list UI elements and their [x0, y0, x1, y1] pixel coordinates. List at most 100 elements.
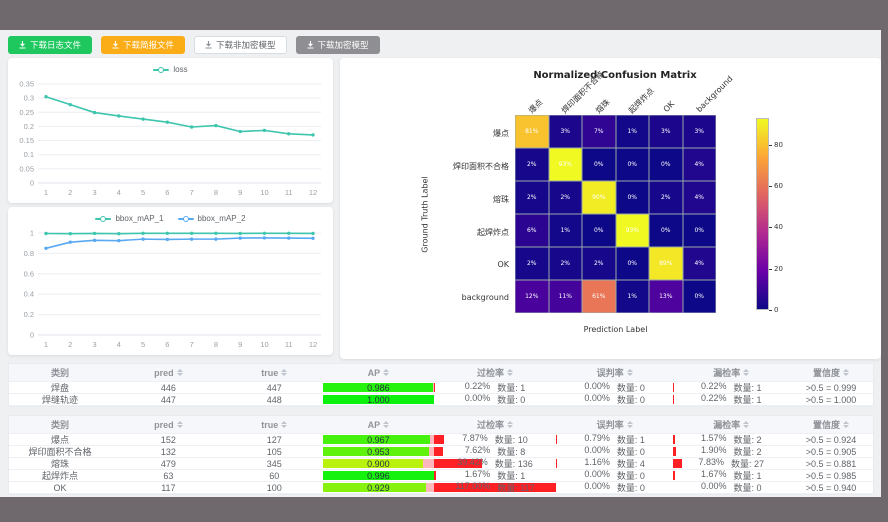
- download-log-button[interactable]: 下载日志文件: [8, 36, 92, 54]
- sort-icon[interactable]: [627, 369, 633, 377]
- download-plain-model-button[interactable]: 下载非加密模型: [194, 36, 287, 54]
- matrix-cell: 2%: [649, 181, 683, 214]
- sort-icon[interactable]: [507, 369, 513, 377]
- svg-text:1: 1: [30, 229, 34, 238]
- class-cell: 焊盘: [9, 382, 111, 394]
- class-cell: 熔珠: [9, 458, 111, 470]
- sort-icon[interactable]: [177, 369, 183, 377]
- ap-value: 0.996: [367, 471, 390, 481]
- column-header-label: 类别: [51, 418, 69, 431]
- rate-count: 数量: 0: [617, 382, 645, 394]
- column-header-label: pred: [154, 420, 174, 430]
- matrix-cell: 12%: [515, 280, 549, 313]
- table-row[interactable]: 爆点1521270.9677.87%数量: 100.79%数量: 11.57%数…: [9, 434, 873, 446]
- table-row[interactable]: OK1171000.929117.00%数量: 1170.00%数量: 00.0…: [9, 482, 873, 494]
- sort-icon[interactable]: [281, 421, 287, 429]
- misjudge-cell: 0.00%数量: 0: [556, 394, 674, 406]
- rate-percent: 0.00%: [584, 482, 610, 494]
- misjudge-cell: 0.00%数量: 0: [556, 382, 674, 394]
- matrix-cell: 0%: [683, 214, 717, 247]
- loss-chart-legend: loss: [8, 65, 333, 74]
- legend-marker-icon: [95, 216, 111, 222]
- sort-icon[interactable]: [743, 369, 749, 377]
- column-header-label: 类别: [51, 366, 69, 379]
- legend-item-bbox_mAP_2[interactable]: bbox_mAP_2: [178, 214, 246, 223]
- matrix-cell: 0%: [649, 148, 683, 181]
- table-row[interactable]: 焊缝轨迹4474481.0000.00%数量: 00.00%数量: 00.22%…: [9, 394, 873, 406]
- pred-cell: 117: [111, 482, 226, 494]
- ap-cell: 0.953: [323, 446, 434, 458]
- svg-text:0.3: 0.3: [24, 94, 34, 103]
- column-header: 误判率: [556, 416, 674, 434]
- column-header-label: true: [261, 368, 278, 378]
- legend-marker-icon: [178, 216, 194, 222]
- legend-label: loss: [173, 65, 187, 74]
- colorbar-tick-label: 20: [774, 265, 783, 273]
- legend-item-bbox_mAP_1[interactable]: bbox_mAP_1: [95, 214, 163, 223]
- loss-chart-card: loss 00.050.10.150.20.250.30.35123456789…: [8, 58, 333, 203]
- matrix-cell: 0%: [683, 280, 717, 313]
- legend-item-loss[interactable]: loss: [153, 65, 187, 74]
- class-cell: 爆点: [9, 434, 111, 446]
- rate-percent: 0.00%: [465, 394, 491, 406]
- overdetect-cell: 0.00%数量: 0: [434, 394, 556, 406]
- svg-text:6: 6: [165, 188, 169, 197]
- sort-icon[interactable]: [507, 421, 513, 429]
- column-header-label: 过检率: [477, 418, 504, 431]
- download-report-button[interactable]: 下载简报文件: [101, 36, 185, 54]
- matrix-cell: 3%: [683, 115, 717, 148]
- colorbar-tick-label: 60: [774, 182, 783, 190]
- table-row[interactable]: 起焊炸点63600.9961.67%数量: 10.00%数量: 01.67%数量…: [9, 470, 873, 482]
- sort-icon[interactable]: [843, 421, 849, 429]
- sort-icon[interactable]: [383, 421, 389, 429]
- class-cell: 焊印面积不合格: [9, 446, 111, 458]
- legend-label: bbox_mAP_1: [115, 214, 163, 223]
- sort-icon[interactable]: [843, 369, 849, 377]
- matrix-ylabel: Ground Truth Label: [421, 155, 430, 275]
- colorbar-tick: [769, 310, 772, 311]
- confidence-cell: >0.5 = 0.881: [789, 458, 873, 470]
- ap-cell: 0.967: [323, 434, 434, 446]
- matrix-cell: 4%: [683, 148, 717, 181]
- table-row[interactable]: 焊盘4464470.9860.22%数量: 10.00%数量: 00.22%数量…: [9, 382, 873, 394]
- sort-icon[interactable]: [383, 369, 389, 377]
- matrix-xlabel: Prediction Label: [515, 325, 716, 334]
- column-header-label: 置信度: [813, 418, 840, 431]
- table-row[interactable]: 熔珠4793450.90039.42%数量: 1361.16%数量: 47.83…: [9, 458, 873, 470]
- sort-icon[interactable]: [177, 421, 183, 429]
- rate-percent: 7.62%: [465, 446, 491, 458]
- true-cell: 105: [226, 446, 323, 458]
- matrix-cell: 2%: [515, 148, 549, 181]
- column-header: 漏检率: [673, 416, 789, 434]
- rate-count: 数量: 1: [497, 382, 525, 394]
- table-row[interactable]: 焊印面积不合格1321050.9537.62%数量: 80.00%数量: 01.…: [9, 446, 873, 458]
- download-log-label: 下载日志文件: [30, 39, 81, 51]
- column-header: 误判率: [556, 364, 674, 382]
- colorbar-tick: [769, 186, 772, 187]
- svg-text:11: 11: [285, 188, 293, 197]
- matrix-row-label: 起焊炸点: [419, 227, 509, 238]
- column-header: AP: [323, 364, 434, 382]
- rate-count: 数量: 117: [497, 482, 534, 494]
- svg-text:1: 1: [44, 340, 48, 349]
- sort-icon[interactable]: [281, 369, 287, 377]
- matrix-cell: 1%: [549, 214, 583, 247]
- true-cell: 448: [226, 394, 323, 406]
- matrix-cell: 2%: [515, 181, 549, 214]
- download-plain-model-label: 下载非加密模型: [216, 39, 276, 51]
- ap-cell: 0.929: [323, 482, 434, 494]
- sort-icon[interactable]: [743, 421, 749, 429]
- sort-icon[interactable]: [627, 421, 633, 429]
- metrics-table: 类别predtrueAP过检率误判率漏检率置信度焊盘4464470.9860.2…: [8, 363, 874, 407]
- pred-cell: 152: [111, 434, 226, 446]
- rate-count: 数量: 136: [495, 458, 533, 470]
- svg-text:12: 12: [309, 188, 317, 197]
- confusion-matrix-card: Normalized Confusion Matrix爆点焊印面积不合格熔珠起焊…: [340, 58, 881, 359]
- matrix-row-label: 焊印面积不合格: [419, 161, 509, 172]
- download-encrypted-model-button[interactable]: 下载加密模型: [296, 36, 380, 54]
- rate-percent: 117.00%: [455, 482, 490, 494]
- svg-text:7: 7: [190, 340, 194, 349]
- rate-count: 数量: 8: [497, 446, 525, 458]
- map-chart: 00.20.40.60.81123456789101112: [8, 207, 333, 360]
- confidence-cell: >0.5 = 0.905: [789, 446, 873, 458]
